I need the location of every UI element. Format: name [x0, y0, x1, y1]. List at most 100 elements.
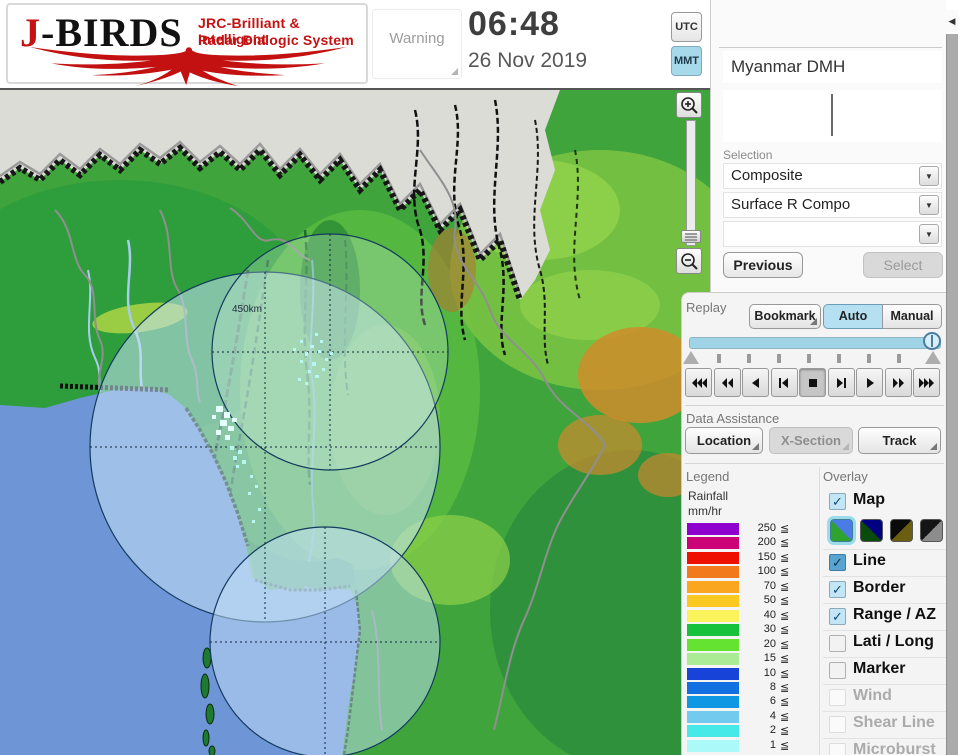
rewind-button[interactable]: [713, 368, 741, 397]
slider-tick: [807, 354, 811, 363]
legend-lte-symbol: ≦: [780, 681, 790, 694]
panel-splitter[interactable]: [946, 34, 958, 755]
legend-row: 1 ≦: [687, 739, 815, 753]
location-label: Location: [696, 433, 752, 448]
x-section-button[interactable]: X-Section: [769, 427, 853, 454]
separator: [685, 405, 944, 406]
legend-lte-symbol: ≦: [780, 696, 790, 709]
skip-to-end-button[interactable]: [827, 368, 855, 397]
bookmark-button[interactable]: Bookmark: [749, 304, 821, 329]
skip-to-start-icon: [779, 377, 788, 388]
slider-tick: [837, 354, 841, 363]
legend-row: 6 ≦: [687, 695, 815, 709]
zoom-in-button[interactable]: [676, 92, 702, 118]
shear-line-checkbox[interactable]: [829, 716, 846, 733]
wind-checkbox[interactable]: [829, 689, 846, 706]
map-style-black-olive[interactable]: [890, 519, 913, 542]
x-section-label: X-Section: [781, 433, 841, 448]
selection-dropdown-2[interactable]: Surface R Compo ▼: [723, 192, 942, 218]
marker-checkbox[interactable]: [829, 662, 846, 679]
radar-map[interactable]: 450km: [0, 88, 770, 755]
overlay-item-border[interactable]: ✓ Border: [823, 576, 947, 603]
slider-start-marker[interactable]: [683, 351, 699, 364]
zoom-out-button[interactable]: [676, 248, 702, 274]
legend-color-swatch: [687, 566, 739, 579]
skip-to-start-button[interactable]: [770, 368, 798, 397]
legend-color-swatch: [687, 624, 739, 637]
map-checkbox[interactable]: ✓: [829, 493, 846, 510]
track-button[interactable]: Track: [858, 427, 941, 454]
zoom-slider-thumb[interactable]: [681, 230, 701, 243]
legend-lte-symbol: ≦: [780, 725, 790, 738]
forward-button[interactable]: [884, 368, 912, 397]
legend-color-swatch: [687, 653, 739, 666]
legend-title-1: Rainfall: [688, 489, 729, 503]
replay-slider[interactable]: [689, 337, 941, 349]
legend-row: 10 ≦: [687, 666, 815, 681]
legend-color-swatch: [687, 580, 739, 593]
microburst-checkbox[interactable]: [829, 743, 846, 755]
overlay-item-lati-long[interactable]: Lati / Long: [823, 630, 947, 657]
range-az-checkbox[interactable]: ✓: [829, 608, 846, 625]
rewind-fast-button[interactable]: [685, 368, 712, 397]
line-checkbox[interactable]: ✓: [829, 554, 846, 571]
corner-expand-icon: [930, 443, 937, 450]
product-list-box[interactable]: [723, 90, 942, 142]
zoom-slider[interactable]: [686, 120, 696, 246]
legend-row: 250 ≦: [687, 522, 815, 536]
corner-expand-icon: [752, 443, 759, 450]
top-bar: J-BIRDS JRC-Brilliant & Intelligent Rada…: [0, 0, 710, 88]
border-label: Border: [853, 579, 906, 596]
skip-to-end-icon: [837, 377, 846, 388]
control-panel-top: Myanmar DMH Selection Composite ▼ Surface …: [710, 0, 946, 292]
location-button[interactable]: Location: [685, 427, 763, 454]
legend-lte-symbol: ≦: [780, 551, 790, 564]
replay-slider-thumb[interactable]: [923, 332, 941, 350]
legend-row: 4 ≦: [687, 710, 815, 724]
dropdown-arrow-button[interactable]: ▼: [919, 224, 939, 244]
border-checkbox[interactable]: ✓: [829, 581, 846, 598]
overlay-item-marker[interactable]: Marker: [823, 657, 947, 684]
map-label: Map: [853, 491, 885, 508]
station-name-box[interactable]: Myanmar DMH: [723, 51, 942, 83]
overlay-item-wind[interactable]: Wind: [823, 684, 947, 711]
lati-long-checkbox[interactable]: [829, 635, 846, 652]
legend-value: 6: [769, 695, 776, 708]
legend-color-swatch: [687, 523, 739, 535]
map-style-terrain-color[interactable]: [830, 519, 853, 542]
play-button[interactable]: [856, 368, 883, 397]
overlay-item-line[interactable]: ✓ Line: [823, 549, 947, 576]
select-button[interactable]: Select: [863, 252, 943, 278]
selection-dropdown-1[interactable]: Composite ▼: [723, 163, 942, 189]
station-name: Myanmar DMH: [731, 57, 846, 76]
manual-mode-button[interactable]: Manual: [882, 304, 942, 329]
warning-button[interactable]: Warning: [372, 9, 462, 79]
overlay-item-shear-line[interactable]: Shear Line: [823, 711, 947, 738]
stop-icon: [808, 378, 817, 387]
map-style-dark-blue-green[interactable]: [860, 519, 883, 542]
auto-mode-button[interactable]: Auto: [823, 304, 883, 329]
slider-tick: [897, 354, 901, 363]
dropdown-arrow-button[interactable]: ▼: [919, 195, 939, 215]
dropdown-arrow-button[interactable]: ▼: [919, 166, 939, 186]
panel-collapse-button[interactable]: ◀: [946, 10, 958, 32]
step-back-icon: [751, 377, 759, 388]
forward-fast-button[interactable]: [913, 368, 940, 397]
utc-toggle-button[interactable]: UTC: [671, 12, 702, 42]
step-back-button[interactable]: [742, 368, 769, 397]
map-style-black-gray[interactable]: [920, 519, 943, 542]
overlay-item-range-az[interactable]: ✓ Range / AZ: [823, 603, 947, 630]
zoom-in-icon: [681, 97, 698, 114]
overlay-item-map[interactable]: ✓ Map: [823, 489, 947, 516]
overlay-item-microburst[interactable]: Microburst: [823, 738, 947, 755]
stop-button[interactable]: [799, 368, 826, 397]
microburst-label: Microburst: [853, 741, 936, 755]
legend-value: 10: [763, 666, 776, 679]
mmt-toggle-button[interactable]: MMT: [671, 46, 702, 76]
legend-value: 8: [769, 680, 776, 693]
previous-button[interactable]: Previous: [723, 252, 803, 278]
slider-end-marker[interactable]: [925, 351, 941, 364]
legend-title-2: mm/hr: [688, 504, 722, 518]
overlay-label: Overlay: [823, 469, 868, 484]
selection-dropdown-3[interactable]: ▼: [723, 221, 942, 247]
